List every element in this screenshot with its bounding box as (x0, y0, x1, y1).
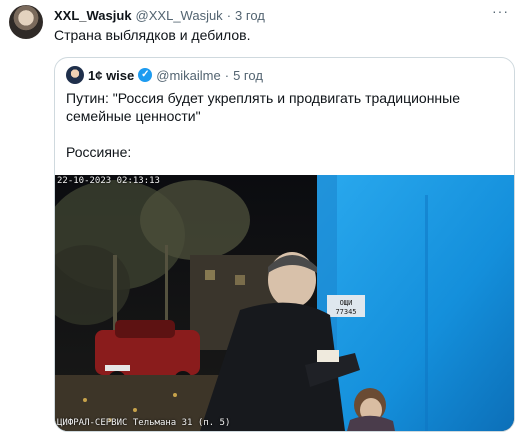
author-avatar[interactable] (9, 5, 43, 39)
wall-sign-text-1: ОЩИ (340, 299, 353, 307)
more-icon[interactable]: ··· (492, 3, 509, 19)
author-name[interactable]: XXL_Wasjuk (54, 8, 132, 23)
quoted-tweet-time[interactable]: 5 год (233, 68, 263, 83)
quoted-header-separator: · (224, 67, 230, 83)
wall-sign-text-2: 77345 (335, 308, 356, 316)
tweet-text: Страна выблядков и дебилов. (54, 27, 251, 43)
quoted-author-handle[interactable]: @mikailme (156, 68, 220, 83)
quoted-tweet-text: Путин: "Россия будет укреплять и продвиг… (66, 89, 496, 161)
quoted-tweet-header: 1¢ wise ✓ @mikailme · 5 год (66, 66, 263, 84)
quoted-author-avatar[interactable] (66, 66, 84, 84)
quoted-tweet[interactable]: 1¢ wise ✓ @mikailme · 5 год Путин: "Росс… (54, 57, 515, 432)
quoted-text-line-2: Россияне: (66, 144, 132, 160)
quoted-author-name[interactable]: 1¢ wise (88, 68, 134, 83)
tweet-header: XXL_Wasjuk @XXL_Wasjuk · 3 год (54, 6, 265, 24)
verified-badge-icon: ✓ (138, 68, 153, 82)
cctv-timestamp: 22-10-2023 02:13:13 (57, 176, 160, 186)
quoted-text-line-1: Путин: "Россия будет укреплять и продвиг… (66, 90, 461, 124)
author-handle[interactable]: @XXL_Wasjuk (136, 8, 223, 23)
tweet-time[interactable]: 3 год (235, 8, 265, 23)
cctv-camera-label: ЦИФРАЛ-СЕРВИС Тельмана 31 (п. 5) (57, 418, 231, 428)
cctv-still-image: ОЩИ 77345 (55, 175, 514, 431)
tweet-card[interactable]: XXL_Wasjuk @XXL_Wasjuk · 3 год ··· Стран… (0, 0, 525, 438)
quoted-tweet-media[interactable]: ОЩИ 77345 22-10-2023 02:13:13 ЦИФРАЛ-СЕР… (55, 175, 514, 431)
header-separator: · (226, 7, 232, 23)
